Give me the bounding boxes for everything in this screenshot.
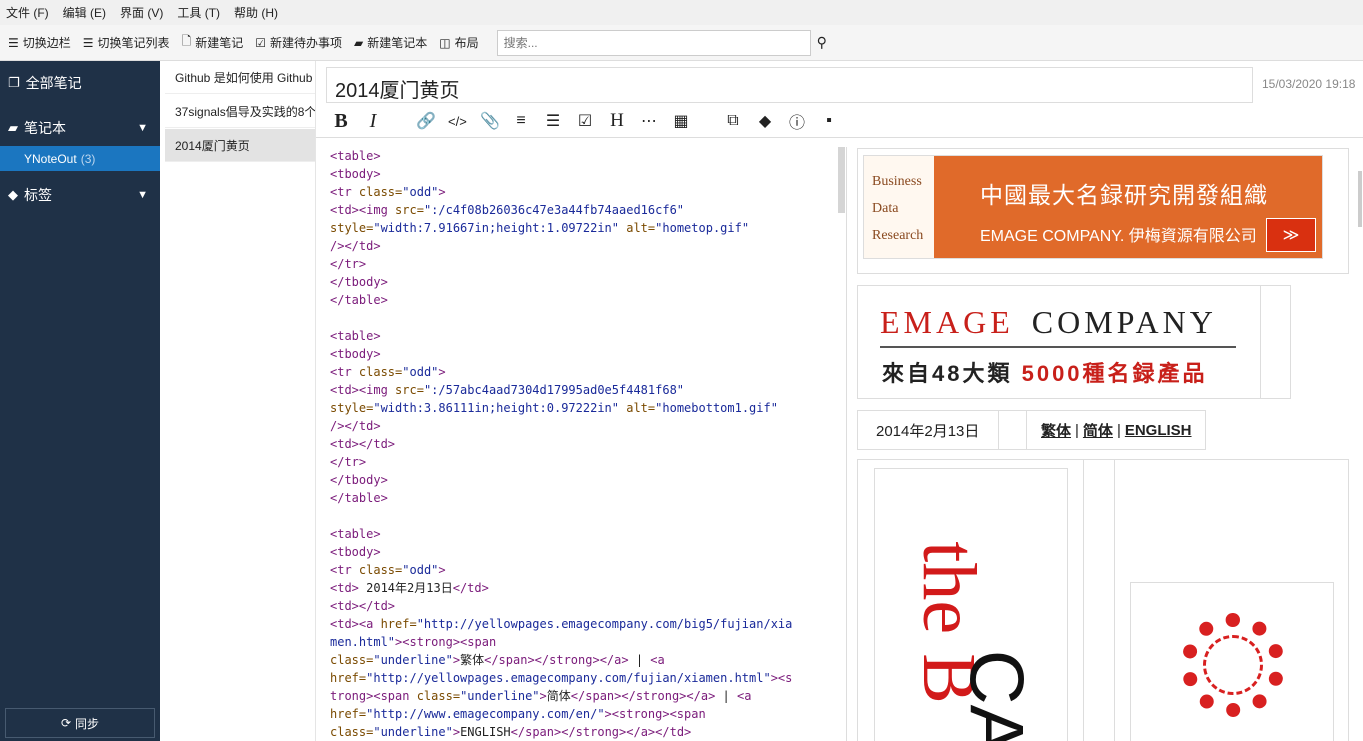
sidebar-item-tags[interactable]: ◆ 标签 ▼: [0, 177, 160, 213]
code-icon[interactable]: </>: [448, 114, 467, 129]
tags-icon[interactable]: ◆: [756, 111, 774, 131]
list-item[interactable]: 37signals倡导及实践的8个: [165, 95, 315, 128]
checkbox-icon: ☑: [255, 35, 266, 50]
toolbar: ☰ 切换边栏 ☰ 切换笔记列表 🗋 新建笔记 ☑ 新建待办事项 ▰ 新建笔记本 …: [0, 25, 1363, 61]
sync-label: 同步: [75, 716, 100, 731]
hr-icon[interactable]: ⋯: [640, 111, 658, 131]
book-icon: ▰: [8, 120, 18, 135]
italic-icon[interactable]: I: [364, 110, 382, 133]
preview-scrollbar[interactable]: [1358, 171, 1362, 227]
bold-icon[interactable]: B: [332, 110, 350, 133]
link-simplified[interactable]: 简体: [1083, 420, 1113, 441]
search-icon[interactable]: ⚲: [817, 34, 827, 51]
menu-file[interactable]: 文件 (F): [6, 4, 49, 21]
book-icon: ▰: [354, 35, 364, 50]
note-title: 37signals倡导及实践的8个: [175, 104, 315, 119]
bullet-list-icon[interactable]: ☰: [544, 111, 562, 131]
divider: [316, 137, 1363, 138]
date-cell: 2014年2月13日: [858, 411, 999, 449]
new-note-button[interactable]: 🗋 新建笔记: [182, 32, 244, 53]
columns-icon: ◫: [439, 35, 451, 50]
sync-button[interactable]: ⟳ 同步: [5, 708, 155, 738]
heading-icon[interactable]: H: [608, 110, 626, 132]
chevron-down-icon[interactable]: ▼: [137, 122, 148, 134]
search-input[interactable]: [496, 29, 811, 56]
banner-title: 中國最大名録研究開發組織: [980, 182, 1268, 208]
list-item[interactable]: 2014厦门黄页: [165, 129, 315, 162]
note-date: 15/03/2020 19:18: [1262, 77, 1356, 91]
code-editor[interactable]: <table> <tbody> <tr class="odd"> <td><im…: [316, 147, 846, 741]
sidebar-item-label: 笔记本: [24, 120, 66, 136]
menu-view[interactable]: 界面 (V): [120, 4, 163, 21]
new-todo-button[interactable]: ☑ 新建待办事项: [255, 34, 342, 51]
info-icon[interactable]: ⓘ: [788, 109, 806, 133]
layout-button[interactable]: ◫ 布局: [439, 34, 478, 51]
note-list: Github 是如何使用 Github 37signals倡导及实践的8个 20…: [160, 61, 316, 741]
logo-tagline: 來自48大類 5000種名録產品: [882, 361, 1208, 386]
link-icon[interactable]: 🔗: [416, 111, 436, 131]
new-note-label: 新建笔记: [195, 36, 244, 50]
toggle-notelist-label: 切换笔记列表: [97, 36, 170, 50]
menu-bar: 文件 (F) 编辑 (E) 界面 (V) 工具 (T) 帮助 (H): [0, 0, 1363, 25]
editor: 2014厦门黄页 15/03/2020 19:18 B I 🔗 </> 📎 ≡ …: [316, 61, 1363, 741]
toggle-sidebar-button[interactable]: ☰ 切换边栏: [8, 34, 71, 51]
tag-icon: ◆: [8, 187, 18, 202]
banner-image: Business Data Research 中國最大名録研究開發組織 EMAG…: [863, 155, 1323, 259]
logo-rule: [880, 346, 1236, 348]
sidebar-item-ynoteout[interactable]: YNoteOut (3): [0, 146, 160, 171]
rotated-text-image: the B CA: [874, 468, 1068, 741]
notebook-name: YNoteOut: [24, 151, 77, 166]
sidebar-item-all-notes[interactable]: ❐ 全部笔记: [0, 65, 160, 101]
format-toolbar: B I 🔗 </> 📎 ≡ ☰ ☑ H ⋯ ▦ ⧉ ◆ ⓘ ▪: [332, 109, 852, 133]
double-arrow-icon: ≫: [1266, 218, 1316, 252]
sidebar-item-notebooks[interactable]: ▰ 笔记本 ▼: [0, 110, 160, 146]
sidebar-item-label: 标签: [24, 187, 52, 203]
banner-left-text: Business Data Research: [864, 156, 934, 258]
toggle-notelist-button[interactable]: ☰ 切换笔记列表: [83, 34, 170, 51]
flower-image: [1130, 582, 1334, 741]
company-logo: EMAGE COMPANY: [880, 304, 1217, 340]
note-title: 2014厦门黄页: [175, 138, 250, 153]
new-notebook-label: 新建笔记本: [367, 36, 428, 50]
editor-scrollbar[interactable]: [838, 147, 845, 213]
bars-icon: ☰: [8, 35, 19, 50]
language-links: 繁体 | 简体 | ENGLISH: [1041, 420, 1192, 441]
calendar-icon[interactable]: ▦: [672, 111, 690, 131]
date-lang-row: 2014年2月13日 繁体 | 简体 | ENGLISH: [857, 410, 1206, 450]
link-traditional[interactable]: 繁体: [1041, 420, 1071, 441]
note-icon[interactable]: ▪: [820, 112, 838, 130]
new-notebook-button[interactable]: ▰ 新建笔记本: [354, 34, 427, 51]
sidebar-item-label: 全部笔记: [25, 75, 82, 91]
menu-edit[interactable]: 编辑 (E): [63, 4, 106, 21]
link-english[interactable]: ENGLISH: [1125, 422, 1192, 439]
menu-tools[interactable]: 工具 (T): [177, 4, 220, 21]
checkbox-icon[interactable]: ☑: [576, 111, 594, 131]
notebook-count: (3): [80, 151, 96, 166]
layout-label: 布局: [454, 36, 479, 50]
chevron-down-icon[interactable]: ▼: [137, 189, 148, 201]
sidebar: ❐ 全部笔记 ▰ 笔记本 ▼ YNoteOut (3) ◆ 标签 ▼ ⟳ 同步: [0, 61, 160, 741]
list-icon: ☰: [82, 35, 94, 50]
numbered-list-icon[interactable]: ≡: [512, 112, 530, 130]
menu-help[interactable]: 帮助 (H): [234, 4, 278, 21]
preview-pane: Business Data Research 中國最大名録研究開發組織 EMAG…: [847, 139, 1363, 741]
refresh-icon: ⟳: [60, 716, 72, 730]
copy-icon: ❐: [8, 75, 20, 90]
note-title: Github 是如何使用 Github: [175, 70, 313, 85]
toggle-sidebar-label: 切换边栏: [22, 36, 71, 50]
note-title-input[interactable]: 2014厦门黄页: [326, 67, 1253, 103]
logo-cell: EMAGE COMPANY 來自48大類 5000種名録產品: [857, 285, 1291, 399]
attachment-icon[interactable]: 📎: [480, 111, 500, 131]
new-todo-label: 新建待办事项: [270, 36, 343, 50]
file-icon: 🗋: [181, 34, 192, 48]
list-item[interactable]: Github 是如何使用 Github: [165, 61, 315, 94]
image-row: the B CA: [857, 459, 1349, 741]
external-link-icon[interactable]: ⧉: [724, 112, 742, 130]
